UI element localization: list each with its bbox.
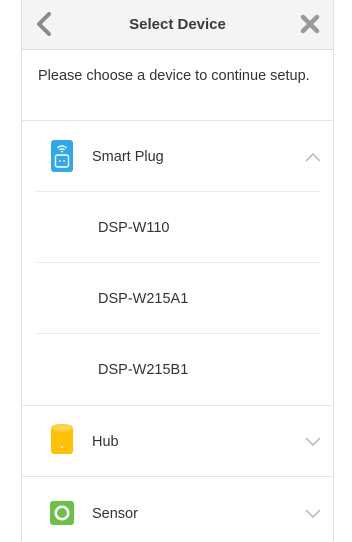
device-label: DSP-W215B1 bbox=[98, 362, 189, 378]
chevron-down-icon bbox=[305, 509, 321, 519]
device-label: DSP-W215A1 bbox=[98, 291, 189, 307]
category-label: Sensor bbox=[92, 506, 138, 522]
hub-icon bbox=[51, 424, 73, 454]
device-option-dsp-w215b1[interactable]: DSP-W215B1 bbox=[22, 334, 333, 404]
category-label: Hub bbox=[92, 434, 119, 450]
close-button[interactable] bbox=[299, 13, 321, 35]
device-option-dsp-w215a1[interactable]: DSP-W215A1 bbox=[22, 263, 333, 333]
instruction-text: Please choose a device to continue setup… bbox=[38, 68, 310, 84]
category-hub[interactable]: Hub bbox=[22, 406, 333, 476]
close-icon bbox=[300, 14, 320, 34]
page-title: Select Device bbox=[129, 16, 226, 33]
chevron-down-icon bbox=[305, 437, 321, 447]
category-smart-plug[interactable]: Smart Plug bbox=[22, 121, 333, 191]
top-bar: Select Device bbox=[22, 0, 333, 50]
app-frame: Select Device Please choose a device to … bbox=[21, 0, 334, 542]
sensor-icon bbox=[50, 501, 74, 525]
chevron-up-icon bbox=[305, 152, 321, 162]
category-label: Smart Plug bbox=[92, 149, 164, 165]
smart-plug-icon bbox=[51, 140, 73, 172]
device-label: DSP-W110 bbox=[98, 220, 170, 236]
category-sensor[interactable]: Sensor bbox=[22, 477, 333, 542]
device-option-dsp-w110[interactable]: DSP-W110 bbox=[22, 192, 333, 262]
